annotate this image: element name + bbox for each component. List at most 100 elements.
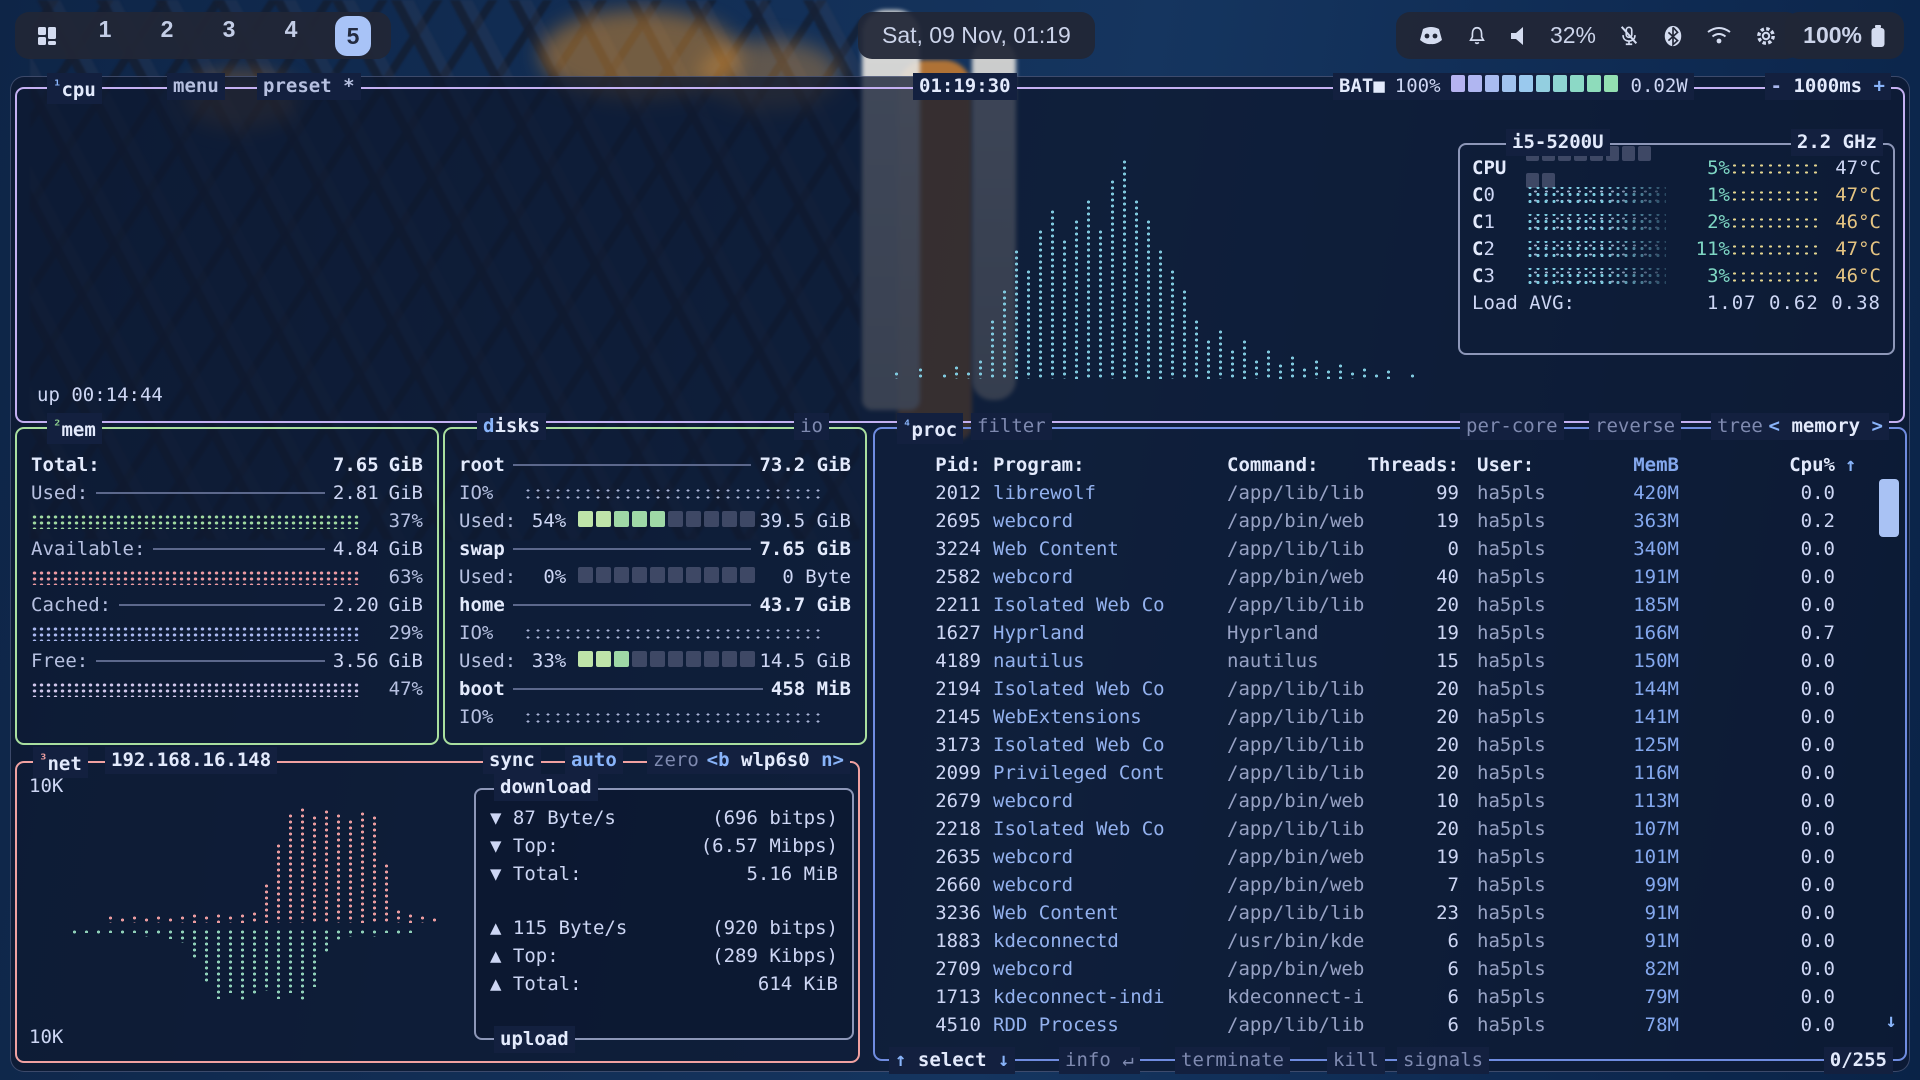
process-row[interactable]: 2145WebExtensions/app/lib/lib20ha5pls141… [875,703,1905,731]
process-mem: 144M [1599,676,1679,703]
workspace-button-4[interactable]: 4 [273,16,309,56]
cpu-graph-bar [1169,269,1178,379]
meter-block [686,651,701,667]
volume-icon[interactable] [1510,25,1528,47]
col-threads[interactable]: Threads: [1367,452,1459,479]
proc-scrollbar[interactable] [1879,479,1899,537]
process-row[interactable]: 4510RDD Process/app/lib/lib6ha5pls78M0.0 [875,1011,1905,1039]
menu-button[interactable]: menu [167,73,225,100]
process-row[interactable]: 2635webcord/app/bin/web19ha5pls101M0.0 [875,843,1905,871]
select-controls[interactable]: ↑ select ↓ [889,1047,1015,1074]
interval-decrease-button[interactable]: - [1771,75,1782,97]
process-cpu-pct: 0.0 [1775,760,1835,787]
preset-button[interactable]: preset * [257,73,361,100]
disk-used-label: Used: [459,648,516,675]
bluetooth-icon[interactable] [1662,24,1684,48]
process-row[interactable]: 2194Isolated Web Co/app/lib/lib20ha5pls1… [875,675,1905,703]
net-auto-toggle[interactable]: auto [565,747,623,774]
mem-box-title[interactable]: ²mem [47,413,102,444]
net-zero-toggle[interactable]: zero [647,747,705,774]
process-row[interactable]: 3224Web Content/app/lib/lib0ha5pls340M0.… [875,535,1905,563]
wifi-icon[interactable] [1706,25,1732,47]
process-cpu-pct: 0.0 [1775,872,1835,899]
proc-filter-button[interactable]: filter [971,413,1052,440]
process-row[interactable]: 2582webcord/app/bin/web40ha5pls191M0.0 [875,563,1905,591]
process-row[interactable]: 3173Isolated Web Co/app/lib/lib20ha5pls1… [875,731,1905,759]
net-down-bar [155,915,164,923]
col-command[interactable]: Command: [1227,452,1367,479]
launcher-icon[interactable] [35,24,59,48]
col-user[interactable]: User: [1459,452,1599,479]
cpu-box-title[interactable]: ¹cpu [47,73,102,104]
scroll-up-arrow[interactable]: ↑ [1845,452,1856,479]
battery-pill[interactable]: 100% [1785,12,1904,59]
sort-prev-button[interactable]: < [1769,415,1780,437]
process-row[interactable]: 2099Privileged Cont/app/lib/lib20ha5pls1… [875,759,1905,787]
process-row[interactable]: 2695webcord/app/bin/web19ha5pls363M0.2 [875,507,1905,535]
net-stat-row: ▲ 115 Byte/s(920 bitps) [476,914,852,942]
upload-title: upload [494,1026,575,1053]
reverse-toggle[interactable]: reverse [1589,413,1681,440]
terminate-button[interactable]: terminate [1175,1047,1290,1074]
process-row[interactable]: 2218Isolated Web Co/app/lib/lib20ha5pls1… [875,815,1905,843]
process-row[interactable]: 1627HyprlandHyprland19ha5pls166M0.7 [875,619,1905,647]
net-down-bar [215,913,224,923]
process-row[interactable]: 2211Isolated Web Co/app/lib/lib20ha5pls1… [875,591,1905,619]
notification-bell-icon[interactable] [1466,24,1488,48]
net-stat-label: Top: [501,833,558,860]
cpu-graph-bar [1301,367,1310,379]
sort-next-button[interactable]: > [1872,415,1883,437]
process-row[interactable]: 2012librewolf/app/lib/lib99ha5pls420M0.0 [875,479,1905,507]
process-user: ha5pls [1459,480,1599,507]
disks-box-title[interactable]: disks [477,413,546,440]
process-user: ha5pls [1459,592,1599,619]
microphone-muted-icon[interactable] [1618,24,1640,48]
col-pid[interactable]: Pid: [885,452,981,479]
clock-pill[interactable]: Sat, 09 Nov, 01:19 [858,12,1095,59]
cpu-graph-bar [1025,269,1034,379]
signals-button[interactable]: signals [1397,1047,1489,1074]
per-core-toggle[interactable]: per-core [1460,413,1564,440]
proc-box-title[interactable]: ⁴proc [897,413,963,444]
disk-used-value: 14.5 GiB [759,648,851,675]
tree-toggle[interactable]: tree [1711,413,1769,440]
process-pid: 4510 [885,1012,981,1039]
scroll-down-arrow[interactable]: ↓ [1886,1008,1897,1035]
sort-column-switcher[interactable]: < memory > [1763,413,1889,440]
process-row[interactable]: 4189nautilusnautilus15ha5pls150M0.0 [875,647,1905,675]
disk-used-meter [578,564,758,591]
process-row[interactable]: 1713kdeconnect-indikdeconnect-i6ha5pls79… [875,983,1905,1011]
meter-block [632,651,647,667]
mem-meter-pct: 37% [371,508,423,535]
process-program: librewolf [981,480,1227,507]
mem-meter-row: 63% [17,563,437,591]
process-pid: 2709 [885,956,981,983]
workspace-button-1[interactable]: 1 [87,16,123,56]
system-tray: 32% [1396,12,1800,59]
cpu-graph-bar [941,373,950,379]
net-next-iface-button[interactable]: n> [821,749,844,771]
process-row[interactable]: 2679webcord/app/bin/web10ha5pls113M0.0 [875,787,1905,815]
info-button[interactable]: info ↵ [1059,1047,1140,1074]
net-prev-iface-button[interactable]: <b [707,749,730,771]
process-row[interactable]: 1883kdeconnectd/usr/bin/kde6ha5pls91M0.0 [875,927,1905,955]
process-row[interactable]: 2660webcord/app/bin/web7ha5pls99M0.0 [875,871,1905,899]
col-program[interactable]: Program: [981,452,1227,479]
process-row[interactable]: 2709webcord/app/bin/web6ha5pls82M0.0 [875,955,1905,983]
discord-icon[interactable] [1418,25,1444,47]
interval-increase-button[interactable]: + [1874,75,1885,97]
col-memb[interactable]: MemB [1599,452,1679,479]
workspace-button-2[interactable]: 2 [149,16,185,56]
net-sync-toggle[interactable]: sync [483,747,541,774]
settings-gear-icon[interactable] [1754,24,1778,48]
process-row[interactable]: 3236Web Content/app/lib/lib23ha5pls91M0.… [875,899,1905,927]
net-interface-switcher[interactable]: <b wlp6s0 n> [701,747,850,774]
process-program: webcord [981,872,1227,899]
workspace-button-5[interactable]: 5 [335,16,371,56]
kill-button[interactable]: kill [1327,1047,1385,1074]
col-cpu[interactable]: Cpu% [1775,452,1835,479]
io-mode-toggle[interactable]: io [794,413,829,440]
meter-block [596,651,611,667]
workspace-button-3[interactable]: 3 [211,16,247,56]
net-up-bar [191,929,200,959]
